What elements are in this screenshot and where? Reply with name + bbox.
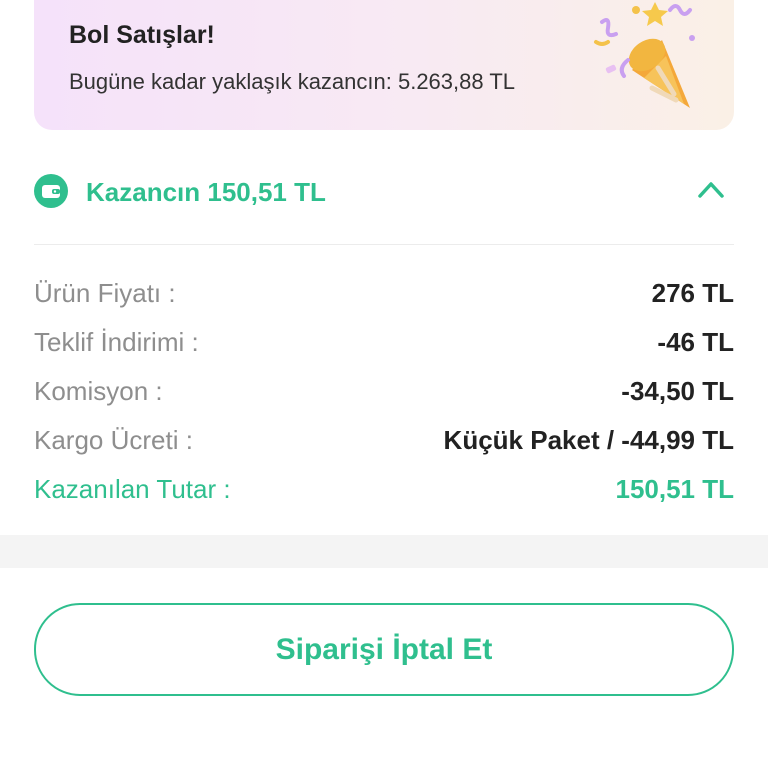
row-shipping-fee: Kargo Ücreti : Küçük Paket / -44,99 TL [34, 425, 734, 459]
chevron-up-icon[interactable] [696, 178, 726, 200]
row-value: 150,51 TL [615, 474, 734, 504]
cancel-order-button[interactable]: Siparişi İptal Et [34, 603, 734, 696]
row-earned-total: Kazanılan Tutar : 150,51 TL [34, 474, 734, 508]
row-value: -46 TL [657, 327, 734, 357]
banner-subtitle: Bugüne kadar yaklaşık kazancın: 5.263,88… [69, 69, 515, 94]
wallet-icon [34, 174, 68, 208]
row-product-price: Ürün Fiyatı : 276 TL [34, 278, 734, 312]
row-label: Teklif İndirimi : [34, 327, 199, 357]
divider [34, 244, 734, 245]
row-offer-discount: Teklif İndirimi : -46 TL [34, 327, 734, 361]
cancel-order-label: Siparişi İptal Et [275, 633, 493, 666]
row-commission: Komisyon : -34,50 TL [34, 376, 734, 410]
row-value: -34,50 TL [621, 376, 734, 406]
earnings-title: Kazancın 150,51 TL [86, 177, 326, 207]
row-label: Ürün Fiyatı : [34, 278, 176, 308]
earnings-accordion-header[interactable]: Kazancın 150,51 TL [34, 160, 734, 222]
banner-title: Bol Satışlar! [69, 21, 215, 49]
row-label: Kazanılan Tutar : [34, 474, 231, 504]
party-popper-icon [594, 2, 695, 108]
row-label: Komisyon : [34, 376, 163, 406]
row-value: 276 TL [651, 278, 734, 308]
row-label: Kargo Ücreti : [34, 425, 193, 455]
row-value: Küçük Paket / -44,99 TL [443, 425, 734, 455]
section-separator [0, 535, 768, 568]
